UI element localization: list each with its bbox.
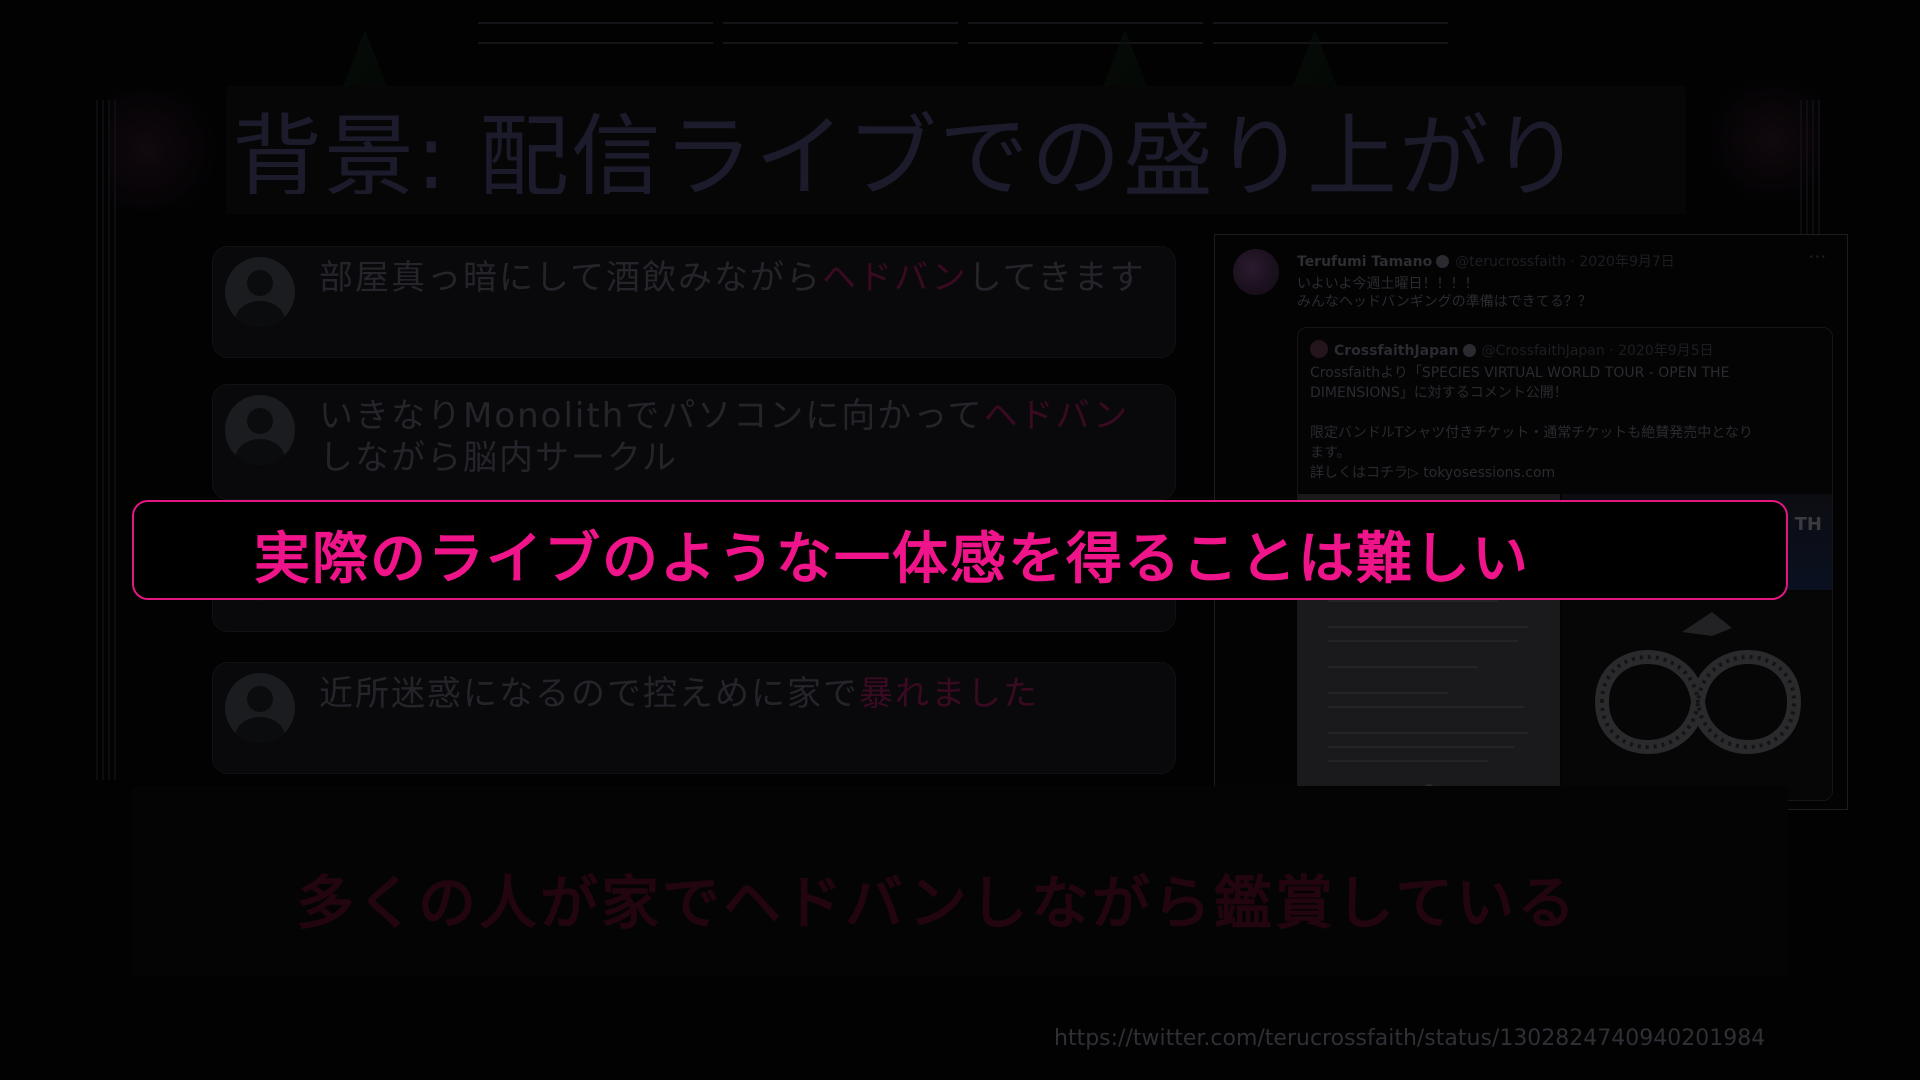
slide: 背景: 配信ライブでの盛り上がり 部屋真っ暗にして酒飲みながらヘドバンしてきます… xyxy=(0,0,1920,1080)
tweet-author-handle: @terucrossfaith · 2020年9月7日 xyxy=(1455,254,1675,270)
quoted-author-name: CrossfaithJapan xyxy=(1334,343,1459,359)
dragon-artwork-image[interactable] xyxy=(1562,592,1832,800)
comment-card: 部屋真っ暗にして酒飲みながらヘドバンしてきます xyxy=(212,246,1176,358)
tweet-text-line: いよいよ今週土曜日！！！！ xyxy=(1297,276,1479,292)
tweet-author-name: Terufumi Tamano xyxy=(1297,254,1433,270)
comment-text: 近所迷惑になるので控えめに家で暴れました xyxy=(319,673,1159,715)
more-options-icon[interactable]: ··· xyxy=(1809,247,1827,266)
slide-title: 背景: 配信ライブでの盛り上がり xyxy=(232,105,1583,194)
comment-text-plain: いきなりMonolithでパソコンに向かって xyxy=(319,396,984,436)
photo-overlay-text: TH xyxy=(1794,514,1822,535)
decorative-bars xyxy=(478,22,1448,44)
comment-text: 部屋真っ暗にして酒飲みながらヘドバンしてきます xyxy=(319,257,1159,299)
callout-box: 実際のライブのような一体感を得ることは難しい xyxy=(132,500,1788,600)
decorative-glow-right xyxy=(1700,80,1820,200)
comment-card: いきなりMonolithでパソコンに向かってヘドバンしながら脳内サークル xyxy=(212,384,1176,500)
comment-text-highlight: ヘドバン xyxy=(983,396,1130,436)
comment-text-plain: 近所迷惑になるので控えめに家で xyxy=(319,674,859,714)
comment-text-plain: しながら脳内サークル xyxy=(319,438,678,478)
quoted-author: CrossfaithJapan @CrossfaithJapan · 2020年9… xyxy=(1334,340,1714,360)
quoted-author-avatar xyxy=(1310,340,1328,358)
quoted-text-line: DIMENSIONS」に対するコメント公開！ xyxy=(1310,385,1568,401)
verified-badge-icon xyxy=(1462,344,1476,357)
decorative-glow-left xyxy=(110,90,230,210)
comment-text-plain: 部屋真っ暗にして酒飲みながら xyxy=(319,258,822,298)
source-url[interactable]: https://twitter.com/terucrossfaith/statu… xyxy=(1054,1026,1765,1051)
tweet-author-avatar[interactable] xyxy=(1233,249,1279,295)
quoted-author-handle: @CrossfaithJapan · 2020年9月5日 xyxy=(1481,343,1714,359)
comment-text-highlight: ヘドバン xyxy=(821,258,968,298)
quoted-text-link[interactable]: 詳しくはコチラ▷ tokyosessions.com xyxy=(1310,464,1820,483)
user-avatar-icon xyxy=(225,673,295,743)
comment-text: いきなりMonolithでパソコンに向かってヘドバンしながら脳内サークル xyxy=(319,395,1159,479)
comment-text-highlight: 暴れました xyxy=(859,674,1039,714)
comment-text-plain: してきます xyxy=(967,258,1146,298)
verified-badge-icon xyxy=(1436,255,1450,268)
user-avatar-icon xyxy=(225,395,295,465)
tweet-author[interactable]: Terufumi Tamano @terucrossfaith · 2020年9月… xyxy=(1297,251,1675,271)
quoted-text-line: Crossfaithより「SPECIES VIRTUAL WORLD TOUR … xyxy=(1310,365,1730,381)
tweet-text-line: みんなヘッドバンギングの準備はできてる？？ xyxy=(1297,294,1592,310)
quoted-text-line: ます。 xyxy=(1310,445,1351,461)
callout-text: 実際のライブのような一体感を得ることは難しい xyxy=(254,527,1530,592)
comment-card: 近所迷惑になるので控えめに家で暴れました xyxy=(212,662,1176,774)
bottom-message: 多くの人が家でヘドバンしながら鑑賞している xyxy=(296,869,1579,937)
quoted-text-line: 限定バンドルTシャツ付きチケット・通常チケットも絶賛発売中となり xyxy=(1310,425,1753,441)
user-avatar-icon xyxy=(225,257,295,327)
